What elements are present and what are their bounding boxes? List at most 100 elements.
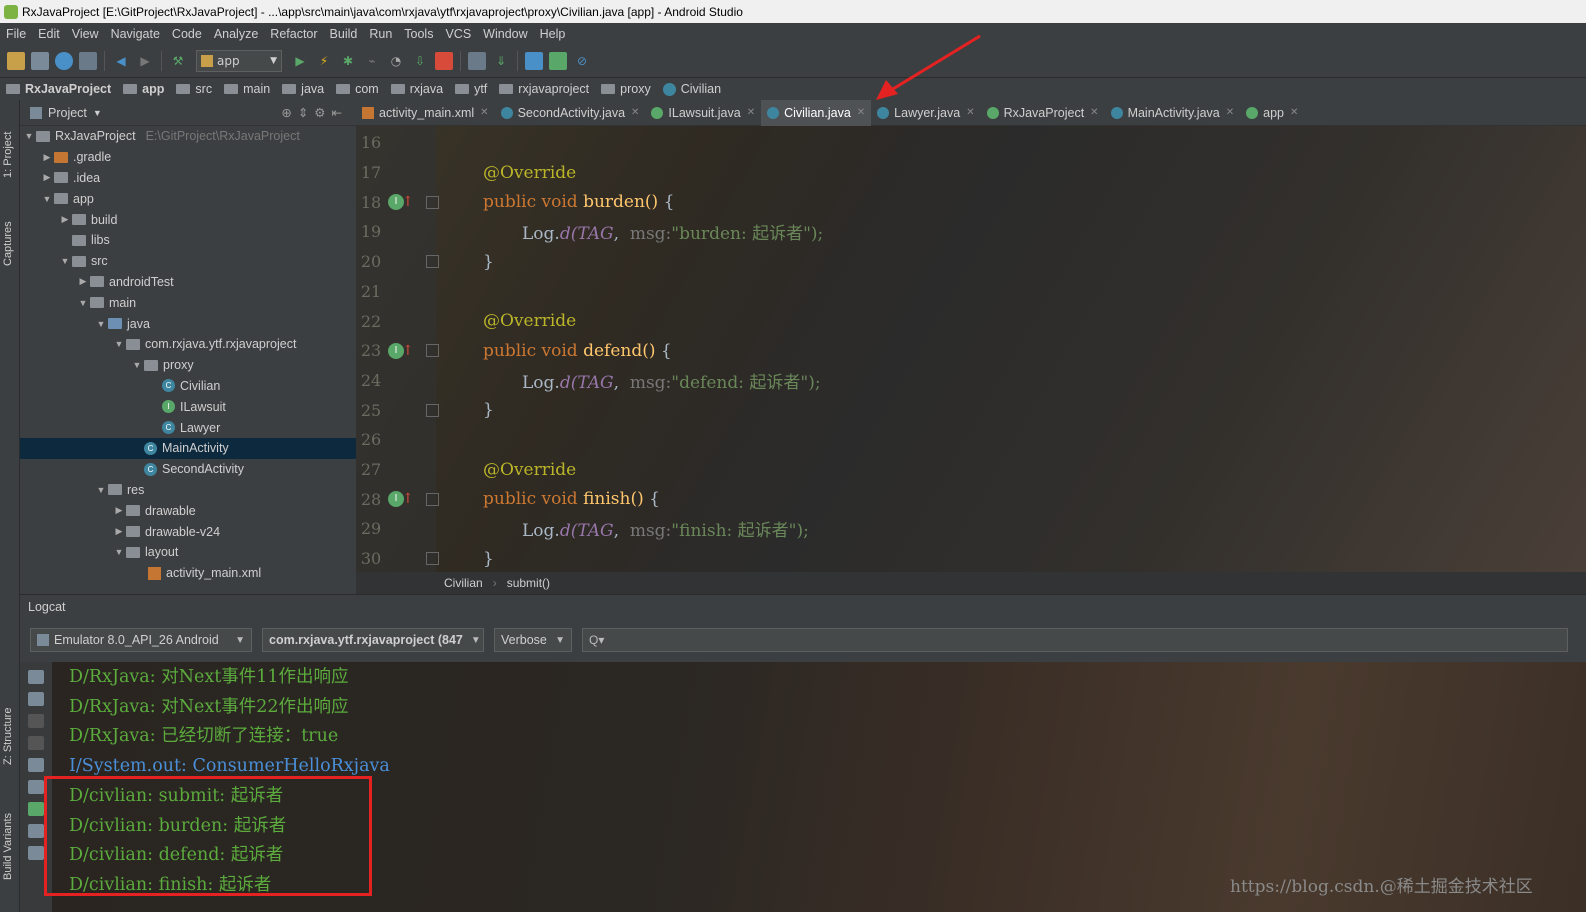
tab-lawyer-java[interactable]: Lawyer.java ✕	[871, 100, 980, 126]
tree-item-proxy[interactable]: ▼ proxy	[20, 355, 356, 376]
menu-help[interactable]: Help	[534, 27, 572, 41]
tree-item-java[interactable]: ▼ java	[20, 313, 356, 334]
menu-window[interactable]: Window	[477, 27, 533, 41]
attach-debugger-icon[interactable]: ⌁	[363, 52, 381, 70]
run-config-select[interactable]: app ▼	[196, 49, 282, 72]
log-level-select[interactable]: Verbose ▼	[494, 628, 572, 652]
code-editor[interactable]: 16 17 @Override 18 I ↑ public void burden() …	[356, 126, 1586, 572]
menu-build[interactable]: Build	[324, 27, 364, 41]
breadcrumb-main[interactable]: main	[224, 82, 270, 96]
tree-item-secondactivity[interactable]: C SecondActivity	[20, 459, 356, 480]
close-icon[interactable]: ✕	[480, 107, 488, 118]
tree-item-package[interactable]: ▼ com.rxjava.ytf.rxjavaproject	[20, 334, 356, 355]
breadcrumb-java[interactable]: java	[282, 82, 324, 96]
breadcrumb-src[interactable]: src	[176, 82, 212, 96]
tree-item-libs[interactable]: libs	[20, 230, 356, 251]
tree-item-idea[interactable]: ▶ .idea	[20, 168, 356, 189]
process-select[interactable]: com.rxjava.ytf.rxjavaproject (847 ▼	[262, 628, 484, 652]
run-icon[interactable]: ▶	[291, 52, 309, 70]
tree-item-activity-main-xml[interactable]: activity_main.xml	[20, 563, 356, 584]
logcat-search-input[interactable]: Q▾	[582, 628, 1568, 652]
tree-item-rxjavaproject[interactable]: ▼ RxJavaProject E:\GitProject\RxJavaProjec…	[20, 126, 356, 147]
open-folder-icon[interactable]	[7, 51, 25, 70]
avd-manager-icon[interactable]	[468, 51, 486, 70]
menu-run[interactable]: Run	[363, 27, 398, 41]
tree-item-src[interactable]: ▼ src	[20, 251, 356, 272]
structure-tool-tab[interactable]: Z: Structure	[2, 685, 18, 765]
screenshot-icon[interactable]	[28, 846, 44, 860]
sync-icon[interactable]	[55, 51, 73, 70]
menu-vcs[interactable]: VCS	[439, 27, 477, 41]
editor-crumb-method[interactable]: submit()	[507, 576, 550, 590]
menu-refactor[interactable]: Refactor	[264, 27, 323, 41]
close-icon[interactable]: ✕	[1290, 107, 1298, 118]
up-arrow-icon[interactable]	[28, 714, 44, 728]
down-arrow-icon[interactable]	[28, 736, 44, 750]
tab-activity-main-xml[interactable]: activity_main.xml ✕	[356, 100, 495, 126]
close-icon[interactable]: ✕	[1090, 107, 1098, 118]
tree-item-layout[interactable]: ▼ layout	[20, 542, 356, 563]
close-icon[interactable]: ✕	[1226, 107, 1234, 118]
profile-icon[interactable]: ◔	[387, 52, 405, 70]
build-variants-tool-tab[interactable]: Build Variants	[2, 785, 18, 880]
collapse-icon[interactable]: ⇕	[298, 106, 314, 120]
tab-civilian-java[interactable]: Civilian.java ✕	[761, 99, 872, 126]
breadcrumb-com[interactable]: com	[336, 82, 379, 96]
tree-item-lawyer[interactable]: C Lawyer	[20, 417, 356, 438]
soft-wrap-icon[interactable]	[28, 758, 44, 772]
device-monitor-icon[interactable]	[549, 51, 567, 70]
close-icon[interactable]: ✕	[857, 107, 865, 118]
editor-crumb-class[interactable]: Civilian	[444, 576, 483, 590]
restart-icon[interactable]	[28, 802, 44, 816]
hide-icon[interactable]: ⇤	[332, 106, 348, 120]
no-access-icon[interactable]: ⊘	[573, 52, 591, 70]
close-icon[interactable]: ✕	[631, 107, 639, 118]
sdk-manager-icon[interactable]: ⇓	[492, 52, 510, 70]
tab-app[interactable]: app ✕	[1240, 100, 1304, 126]
menu-edit[interactable]: Edit	[32, 27, 66, 41]
tree-item-civilian[interactable]: C Civilian	[20, 376, 356, 397]
refresh-icon[interactable]	[79, 51, 97, 70]
tree-item-gradle[interactable]: ▶ .gradle	[20, 147, 356, 168]
breadcrumb-rxjava[interactable]: rxjava	[390, 82, 443, 96]
menu-code[interactable]: Code	[166, 27, 208, 41]
forward-arrow-icon[interactable]: ▶	[136, 52, 154, 70]
close-icon[interactable]: ✕	[966, 107, 974, 118]
back-arrow-icon[interactable]: ◀	[112, 52, 130, 70]
locate-icon[interactable]: ⊕	[281, 106, 297, 120]
stop-icon[interactable]	[435, 51, 453, 70]
breadcrumb-project[interactable]: RxJavaProject	[6, 82, 111, 96]
captures-tool-tab[interactable]: Captures	[2, 196, 18, 266]
tree-item-ilawsuit[interactable]: I ILawsuit	[20, 396, 356, 417]
tree-item-androidtest[interactable]: ▶ androidTest	[20, 272, 356, 293]
breadcrumb-app[interactable]: app	[123, 82, 164, 96]
menu-file[interactable]: File	[0, 27, 32, 41]
fold-icon[interactable]	[426, 403, 439, 417]
tree-item-drawable[interactable]: ▶ drawable	[20, 500, 356, 521]
save-icon[interactable]	[31, 51, 49, 70]
tree-item-build[interactable]: ▶ build	[20, 209, 356, 230]
project-view-select[interactable]: Project	[48, 106, 87, 120]
gear-icon[interactable]: ⚙	[314, 106, 331, 120]
breadcrumb-proxy[interactable]: proxy	[601, 82, 651, 96]
menu-navigate[interactable]: Navigate	[105, 27, 166, 41]
fold-icon[interactable]	[426, 492, 439, 506]
tree-item-main[interactable]: ▼ main	[20, 292, 356, 313]
tab-ilawsuit-java[interactable]: ILawsuit.java ✕	[645, 100, 761, 126]
project-tool-tab[interactable]: 1: Project	[2, 108, 18, 178]
print-icon[interactable]	[28, 780, 44, 794]
close-icon[interactable]: ✕	[747, 107, 755, 118]
tree-item-drawable-v24[interactable]: ▶ drawable-v24	[20, 521, 356, 542]
fold-icon[interactable]	[426, 552, 439, 566]
tree-item-mainactivity[interactable]: C MainActivity	[20, 437, 356, 459]
debug-icon[interactable]: ✱	[339, 52, 357, 70]
deploy-icon[interactable]: ⇩	[411, 52, 429, 70]
breadcrumb-ytf[interactable]: ytf	[455, 82, 487, 96]
tab-secondactivity-java[interactable]: SecondActivity.java ✕	[495, 100, 646, 126]
tree-item-app[interactable]: ▼ app	[20, 188, 356, 209]
tab-mainactivity-java[interactable]: MainActivity.java ✕	[1105, 100, 1241, 126]
menu-view[interactable]: View	[66, 27, 105, 41]
menu-tools[interactable]: Tools	[398, 27, 439, 41]
breadcrumb-civilian[interactable]: Civilian	[662, 82, 721, 96]
breadcrumb-rxjavaproject[interactable]: rxjavaproject	[499, 82, 589, 96]
